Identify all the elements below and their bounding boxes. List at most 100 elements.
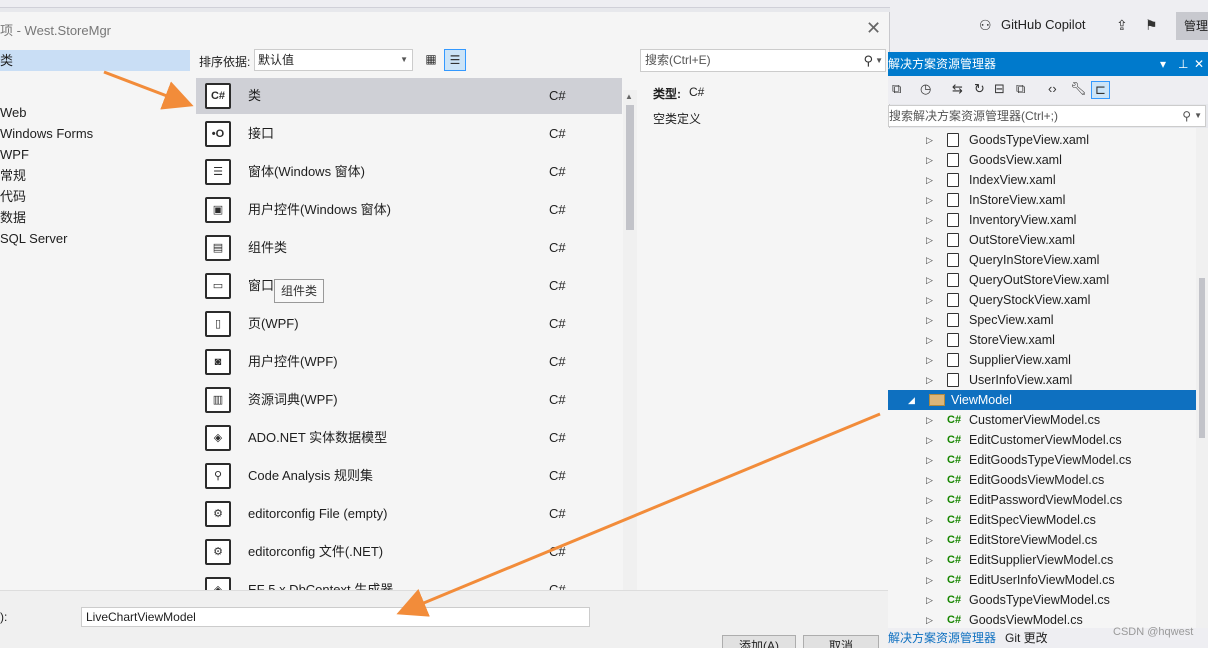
tab-solution-explorer[interactable]: 解决方案资源管理器 xyxy=(888,628,996,648)
category-item[interactable]: 类 xyxy=(0,50,190,71)
collapsed-chevron-icon[interactable]: ▷ xyxy=(926,550,933,570)
template-item[interactable]: C# 类 C# xyxy=(196,78,622,114)
collapsed-chevron-icon[interactable]: ▷ xyxy=(926,330,933,350)
tree-file[interactable]: ▷ UserInfoView.xaml xyxy=(888,370,1196,390)
tree-file[interactable]: ▷ C# EditCustomerViewModel.cs xyxy=(888,430,1196,450)
collapsed-chevron-icon[interactable]: ▷ xyxy=(926,270,933,290)
template-item[interactable]: ◈ ADO.NET 实体数据模型 C# xyxy=(196,420,622,456)
collapsed-chevron-icon[interactable]: ▷ xyxy=(926,590,933,610)
collapsed-chevron-icon[interactable]: ▷ xyxy=(926,410,933,430)
scrollbar-thumb[interactable] xyxy=(626,105,634,230)
name-input[interactable]: LiveChartViewModel xyxy=(81,607,590,627)
copy-icon[interactable]: ⧉ xyxy=(1016,81,1025,97)
switch-views-icon[interactable]: ⧉ xyxy=(892,81,901,97)
collapsed-chevron-icon[interactable]: ▷ xyxy=(926,570,933,590)
tree-file[interactable]: ▷ GoodsView.xaml xyxy=(888,150,1196,170)
collapsed-chevron-icon[interactable]: ▷ xyxy=(926,510,933,530)
sync-icon[interactable]: ⇆ xyxy=(952,81,963,97)
cancel-button[interactable]: 取消 xyxy=(803,635,879,648)
chevron-down-icon[interactable]: ▼ xyxy=(875,50,883,71)
collapsed-chevron-icon[interactable]: ▷ xyxy=(926,350,933,370)
category-item[interactable]: 数据 xyxy=(0,207,190,228)
category-item[interactable]: SQL Server xyxy=(0,228,190,249)
template-list-scrollbar[interactable]: ▲ ▼ xyxy=(623,90,637,608)
list-view-icon[interactable]: ☰ xyxy=(444,49,466,71)
tree-file[interactable]: ▷ QueryOutStoreView.xaml xyxy=(888,270,1196,290)
expanded-chevron-icon[interactable]: ◢ xyxy=(908,390,915,410)
share-icon[interactable]: ⇪ xyxy=(1116,17,1128,34)
tree-file[interactable]: ▷ IndexView.xaml xyxy=(888,170,1196,190)
template-item[interactable]: ◙ 用户控件(WPF) C# xyxy=(196,344,622,380)
tree-file[interactable]: ▷ SupplierView.xaml xyxy=(888,350,1196,370)
tree-file[interactable]: ▷ C# EditGoodsTypeViewModel.cs xyxy=(888,450,1196,470)
wrench-icon[interactable]: 🔧︎ xyxy=(1070,81,1087,97)
medium-icons-view-icon[interactable]: ▦ xyxy=(420,49,442,71)
tree-file[interactable]: ▷ QueryStockView.xaml xyxy=(888,290,1196,310)
scrollbar-thumb[interactable] xyxy=(1199,278,1205,438)
collapsed-chevron-icon[interactable]: ▷ xyxy=(926,290,933,310)
category-item[interactable]: Windows Forms xyxy=(0,123,190,144)
tree-file[interactable]: ▷ GoodsTypeView.xaml xyxy=(888,130,1196,150)
category-item[interactable]: 常规 xyxy=(0,165,190,186)
collapsed-chevron-icon[interactable]: ▷ xyxy=(926,470,933,490)
template-item[interactable]: ▥ 资源词典(WPF) C# xyxy=(196,382,622,418)
collapsed-chevron-icon[interactable]: ▷ xyxy=(926,450,933,470)
tree-file[interactable]: ▷ InventoryView.xaml xyxy=(888,210,1196,230)
collapse-all-icon[interactable]: ⊟ xyxy=(994,81,1005,97)
collapsed-chevron-icon[interactable]: ▷ xyxy=(926,430,933,450)
solution-explorer-search[interactable]: 搜索解决方案资源管理器(Ctrl+;) ⚲ ▼ xyxy=(888,105,1206,127)
tree-file[interactable]: ▷ C# CustomerViewModel.cs xyxy=(888,410,1196,430)
preview-icon[interactable]: ⊏ xyxy=(1091,81,1110,99)
collapsed-chevron-icon[interactable]: ▷ xyxy=(926,530,933,550)
copilot-label[interactable]: GitHub Copilot xyxy=(1001,17,1086,32)
template-item[interactable]: ▭ 窗口 C# xyxy=(196,268,622,304)
collapsed-chevron-icon[interactable]: ▷ xyxy=(926,210,933,230)
collapsed-chevron-icon[interactable]: ▷ xyxy=(926,490,933,510)
manage-button[interactable]: 管理 xyxy=(1176,12,1208,40)
template-item[interactable]: ⚙ editorconfig File (empty) C# xyxy=(196,496,622,532)
category-item[interactable]: 代码 xyxy=(0,186,190,207)
search-icon[interactable]: ⚲ xyxy=(1182,106,1191,126)
pin-icon[interactable]: ⊥ xyxy=(1178,52,1188,76)
collapsed-chevron-icon[interactable]: ▷ xyxy=(926,310,933,330)
history-icon[interactable]: ◷ xyxy=(920,81,931,97)
close-icon[interactable]: ✕ xyxy=(1194,52,1204,76)
template-item[interactable]: ⚲ Code Analysis 规则集 C# xyxy=(196,458,622,494)
tree-folder[interactable]: ◢ ViewModel xyxy=(888,390,1196,410)
tree-file[interactable]: ▷ C# EditUserInfoViewModel.cs xyxy=(888,570,1196,590)
collapsed-chevron-icon[interactable]: ▷ xyxy=(926,610,933,628)
refresh-icon[interactable]: ↻ xyxy=(974,81,985,97)
collapsed-chevron-icon[interactable]: ▷ xyxy=(926,130,933,150)
scroll-up-icon[interactable]: ▲ xyxy=(625,92,633,101)
tree-file[interactable]: ▷ InStoreView.xaml xyxy=(888,190,1196,210)
category-item[interactable]: WPF xyxy=(0,144,190,165)
code-icon[interactable]: ‹› xyxy=(1048,81,1057,96)
collapsed-chevron-icon[interactable]: ▷ xyxy=(926,170,933,190)
tree-file[interactable]: ▷ StoreView.xaml xyxy=(888,330,1196,350)
template-item[interactable]: ▯ 页(WPF) C# xyxy=(196,306,622,342)
dropdown-icon[interactable]: ▾ xyxy=(1160,52,1166,76)
tab-git-changes[interactable]: Git 更改 xyxy=(1005,628,1048,648)
template-item[interactable]: •O 接口 C# xyxy=(196,116,622,152)
collapsed-chevron-icon[interactable]: ▷ xyxy=(926,230,933,250)
tree-file[interactable]: ▷ C# EditPasswordViewModel.cs xyxy=(888,490,1196,510)
tree-file[interactable]: ▷ C# EditSupplierViewModel.cs xyxy=(888,550,1196,570)
template-item[interactable]: ▤ 组件类 C# xyxy=(196,230,622,266)
collapsed-chevron-icon[interactable]: ▷ xyxy=(926,190,933,210)
sort-dropdown[interactable]: 默认值 ▼ xyxy=(254,49,413,71)
collapsed-chevron-icon[interactable]: ▷ xyxy=(926,250,933,270)
tree-file[interactable]: ▷ OutStoreView.xaml xyxy=(888,230,1196,250)
category-item[interactable]: Web xyxy=(0,102,190,123)
template-item[interactable]: ⚙ editorconfig 文件(.NET) C# xyxy=(196,534,622,570)
close-icon[interactable]: ✕ xyxy=(866,18,881,39)
template-item[interactable]: ▣ 用户控件(Windows 窗体) C# xyxy=(196,192,622,228)
add-button[interactable]: 添加(A) xyxy=(722,635,796,648)
tree-file[interactable]: ▷ SpecView.xaml xyxy=(888,310,1196,330)
collapsed-chevron-icon[interactable]: ▷ xyxy=(926,150,933,170)
solution-tree-scrollbar[interactable] xyxy=(1196,128,1208,628)
tree-file[interactable]: ▷ C# EditGoodsViewModel.cs xyxy=(888,470,1196,490)
tree-file[interactable]: ▷ C# EditSpecViewModel.cs xyxy=(888,510,1196,530)
template-item[interactable]: ☰ 窗体(Windows 窗体) C# xyxy=(196,154,622,190)
collapsed-chevron-icon[interactable]: ▷ xyxy=(926,370,933,390)
search-icon[interactable]: ⚲ xyxy=(863,50,873,71)
